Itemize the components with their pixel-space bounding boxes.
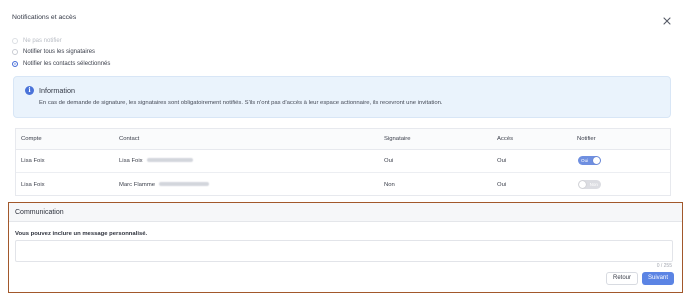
toggle-label: Oui [581, 157, 589, 163]
option-no-notify-label: Ne pas notifier [23, 38, 62, 44]
information-text: En cas de demande de signature, les sign… [39, 100, 443, 106]
option-notify-all-label: Notifier tous les signataires [23, 49, 96, 55]
message-label: Vous pouvez inclure un message personnal… [15, 231, 148, 237]
information-box: i Information En cas de demande de signa… [13, 76, 671, 118]
communication-header: Communication [9, 203, 682, 222]
table-row: Lisa Foix Lisa Foix Oui Oui Oui [16, 150, 670, 173]
col-signataire: Signataire [384, 136, 411, 142]
info-icon: i [25, 86, 34, 95]
cell-signataire: Oui [384, 158, 394, 164]
cell-signataire: Non [384, 182, 395, 188]
notify-toggle[interactable]: Oui [578, 156, 601, 165]
table-header: Compte Contact Signataire Accès Notifier [16, 129, 670, 150]
redacted-email [146, 158, 193, 163]
col-contact: Contact [119, 136, 140, 142]
cell-contact: Lisa Foix [119, 158, 193, 164]
col-notifier: Notifier [577, 136, 596, 142]
redacted-email [159, 182, 209, 187]
communication-section: Communication Vous pouvez inclure un mes… [8, 202, 683, 293]
cell-acces: Oui [497, 158, 507, 164]
toggle-label: Non [589, 181, 598, 187]
back-button[interactable]: Retour [606, 272, 638, 285]
toggle-knob [579, 181, 586, 188]
information-title: Information [39, 86, 75, 95]
contact-name: Marc Flamme [119, 182, 155, 188]
option-notify-selected[interactable]: Notifier les contacts sélectionnés [12, 61, 110, 67]
panel-title: Notifications et accès [12, 14, 77, 21]
contact-name: Lisa Foix [119, 158, 143, 164]
cell-acces: Oui [497, 182, 507, 188]
next-button[interactable]: Suivant [642, 272, 674, 285]
table-row: Lisa Foix Marc Flamme Non Oui Non [16, 174, 670, 197]
communication-title: Communication [15, 209, 64, 216]
cell-compte: Lisa Foix [21, 182, 45, 188]
cell-contact: Marc Flamme [119, 182, 209, 188]
contacts-table: Compte Contact Signataire Accès Notifier… [15, 128, 671, 196]
radio-notify-all[interactable] [12, 49, 18, 55]
radio-notify-selected[interactable] [12, 61, 18, 67]
toggle-knob [593, 157, 600, 164]
option-notify-all[interactable]: Notifier tous les signataires [12, 49, 95, 55]
notify-toggle[interactable]: Non [578, 180, 601, 189]
option-notify-selected-label: Notifier les contacts sélectionnés [23, 61, 111, 67]
radio-no-notify[interactable] [12, 38, 18, 44]
col-acces: Accès [497, 136, 514, 142]
character-counter: 0 / 255 [656, 263, 672, 269]
col-compte: Compte [21, 136, 42, 142]
cell-compte: Lisa Foix [21, 158, 45, 164]
notifications-panel: Notifications et accès Ne pas notifier N… [3, 3, 685, 295]
message-textarea[interactable] [15, 240, 673, 262]
close-icon[interactable] [663, 17, 671, 25]
option-no-notify[interactable]: Ne pas notifier [12, 38, 62, 44]
